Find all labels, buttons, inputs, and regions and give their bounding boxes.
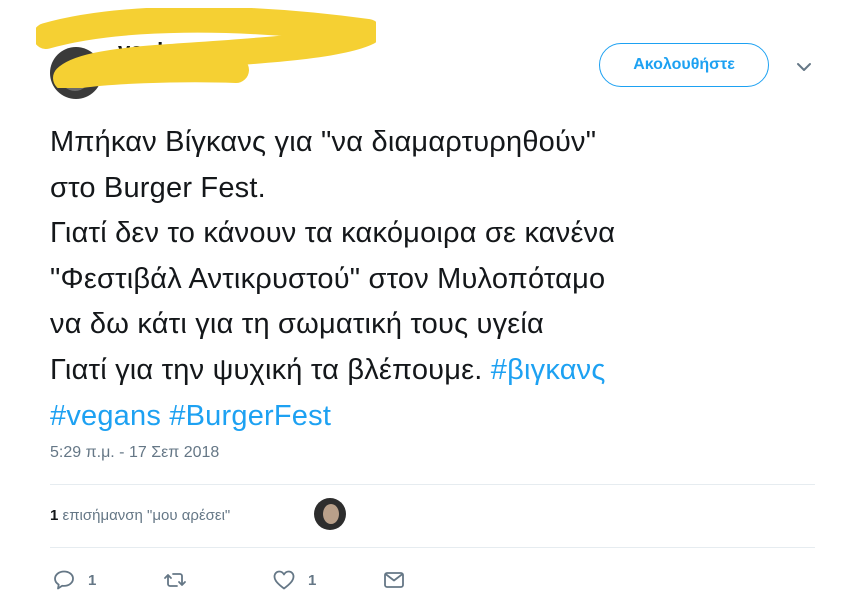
tweet-line: "Φεστιβάλ Αντικρυστού" στον Μυλοπόταμο [50, 262, 606, 295]
likes-summary[interactable]: 1 επισήμανση "μου αρέσει" [50, 507, 230, 524]
tweet-header: voulgaris Ακολουθήστε [0, 0, 862, 110]
tweet-line: στο Burger Fest. [50, 171, 266, 204]
reply-button[interactable]: 1 [52, 568, 96, 592]
divider [50, 547, 815, 548]
like-count: 1 [308, 571, 317, 589]
hashtag-link[interactable]: #BurgerFest [169, 400, 331, 432]
retweet-icon [164, 573, 186, 587]
tweet-actions: 1 1 [0, 560, 862, 600]
reply-icon [54, 570, 74, 590]
reply-count: 1 [88, 571, 97, 589]
tweet-line: Γιατί δεν το κάνουν τα κακόμοιρα σε κανέ… [50, 217, 616, 250]
like-button[interactable]: 1 [272, 568, 316, 592]
tweet-line-text: Γιατί για την ψυχική τα βλέπουμε. [50, 353, 491, 386]
chevron-down-icon[interactable] [795, 58, 813, 76]
message-icon [384, 572, 404, 588]
tweet-timestamp[interactable]: 5:29 π.μ. - 17 Σεπ 2018 [50, 444, 219, 462]
redaction-scribble [36, 8, 376, 88]
hashtag-link[interactable]: #vegans [50, 400, 161, 432]
heart-icon [273, 570, 295, 590]
liker-avatar[interactable] [314, 498, 346, 530]
likes-label: επισήμανση "μου αρέσει" [58, 507, 231, 524]
follow-button[interactable]: Ακολουθήστε [599, 43, 769, 87]
divider [50, 484, 815, 485]
tweet-hashtag-line: #vegans #BurgerFest [50, 394, 840, 440]
tweet-line: να δω κάτι για τη σωματική τους υγεία [50, 308, 544, 341]
message-button[interactable] [382, 568, 406, 592]
tweet-line-with-hashtag: Γιατί για την ψυχική τα βλέπουμε. #βιγκα… [50, 348, 840, 394]
tweet-line: Μπήκαν Βίγκανς για "να διαμαρτυρηθούν" [50, 126, 597, 158]
tweet-text: Μπήκαν Βίγκανς για "να διαμαρτυρηθούν" σ… [50, 120, 840, 439]
retweet-button[interactable] [163, 568, 199, 592]
hashtag-link[interactable]: #βιγκανς [491, 354, 606, 386]
